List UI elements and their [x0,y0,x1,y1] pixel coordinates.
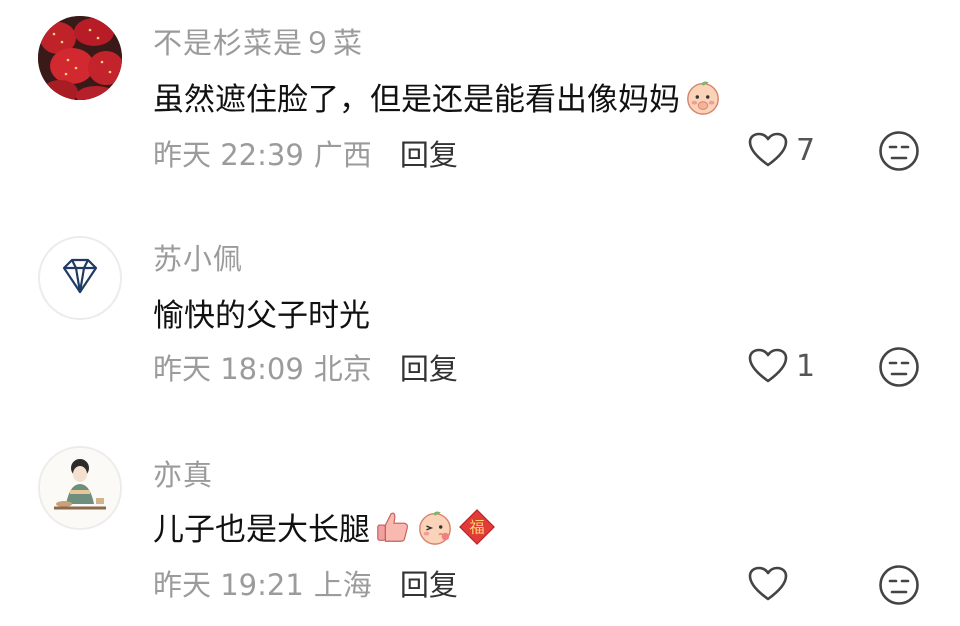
comment-item: 苏小佩 愉快的父子时光 昨天 18:09 北京 回复 1 [0,200,960,420]
neutral-face-icon [879,565,919,605]
username[interactable]: 不是杉菜是９菜 [153,20,363,62]
diamond-avatar-icon [62,258,98,294]
heart-icon [748,132,788,167]
heart-icon [748,566,788,601]
comment-time: 昨天 19:21 [153,568,304,602]
comment-time: 昨天 22:39 [153,138,304,172]
username[interactable]: 苏小佩 [153,236,243,278]
reply-button[interactable]: 回复 [400,346,458,388]
comment-location: 北京 [313,352,372,386]
thumbs-up-emoji [377,512,408,542]
comment-item: 不是杉菜是９菜 虽然遮住脸了，但是还是能看出像妈妈 昨天 22:39 广西 回复… [0,0,960,200]
heart-icon [748,348,788,383]
comment-text: 儿子也是大长腿 福 [153,504,496,549]
comment-meta: 昨天 18:09 北京 回复 [153,346,458,388]
strawberry-avatar-icon [38,16,122,100]
peach-wink-emoji [419,511,451,545]
reply-button[interactable]: 回复 [400,132,458,174]
comment-location: 上海 [313,568,372,602]
like-button[interactable]: 7 [748,132,815,168]
comment-location: 广西 [313,138,372,172]
like-count: 7 [796,132,816,168]
comment-text-body: 虽然遮住脸了，但是还是能看出像妈妈 [153,82,680,118]
like-button[interactable]: 1 [748,348,815,384]
comment-text-body: 愉快的父子时光 [153,298,370,334]
comment-text: 愉快的父子时光 [153,290,370,335]
comment-meta: 昨天 19:21 上海 回复 [153,562,458,604]
like-count: 1 [796,348,816,384]
fu-character: 福 [469,518,484,536]
avatar[interactable] [38,16,122,100]
comment-meta: 昨天 22:39 广西 回复 [153,132,458,174]
neutral-face-icon [879,347,919,387]
comment-item: 亦真 儿子也是大长腿 福 昨天 19:21 上海 回复 [0,420,960,626]
dislike-button[interactable] [878,346,920,392]
comment-time: 昨天 18:09 [153,352,304,386]
like-button[interactable] [748,566,796,602]
avatar[interactable] [38,236,122,320]
peach-blush-face-emoji [687,81,719,115]
dislike-button[interactable] [878,130,920,176]
neutral-face-icon [879,131,919,171]
avatar[interactable] [38,446,122,530]
username[interactable]: 亦真 [153,452,213,494]
comment-text: 虽然遮住脸了，但是还是能看出像妈妈 [153,74,722,119]
dislike-button[interactable] [878,564,920,610]
reply-button[interactable]: 回复 [400,562,458,604]
lady-tea-avatar-icon [40,448,120,528]
fu-diamond-emoji: 福 [459,508,495,545]
comment-text-body: 儿子也是大长腿 [153,512,370,548]
